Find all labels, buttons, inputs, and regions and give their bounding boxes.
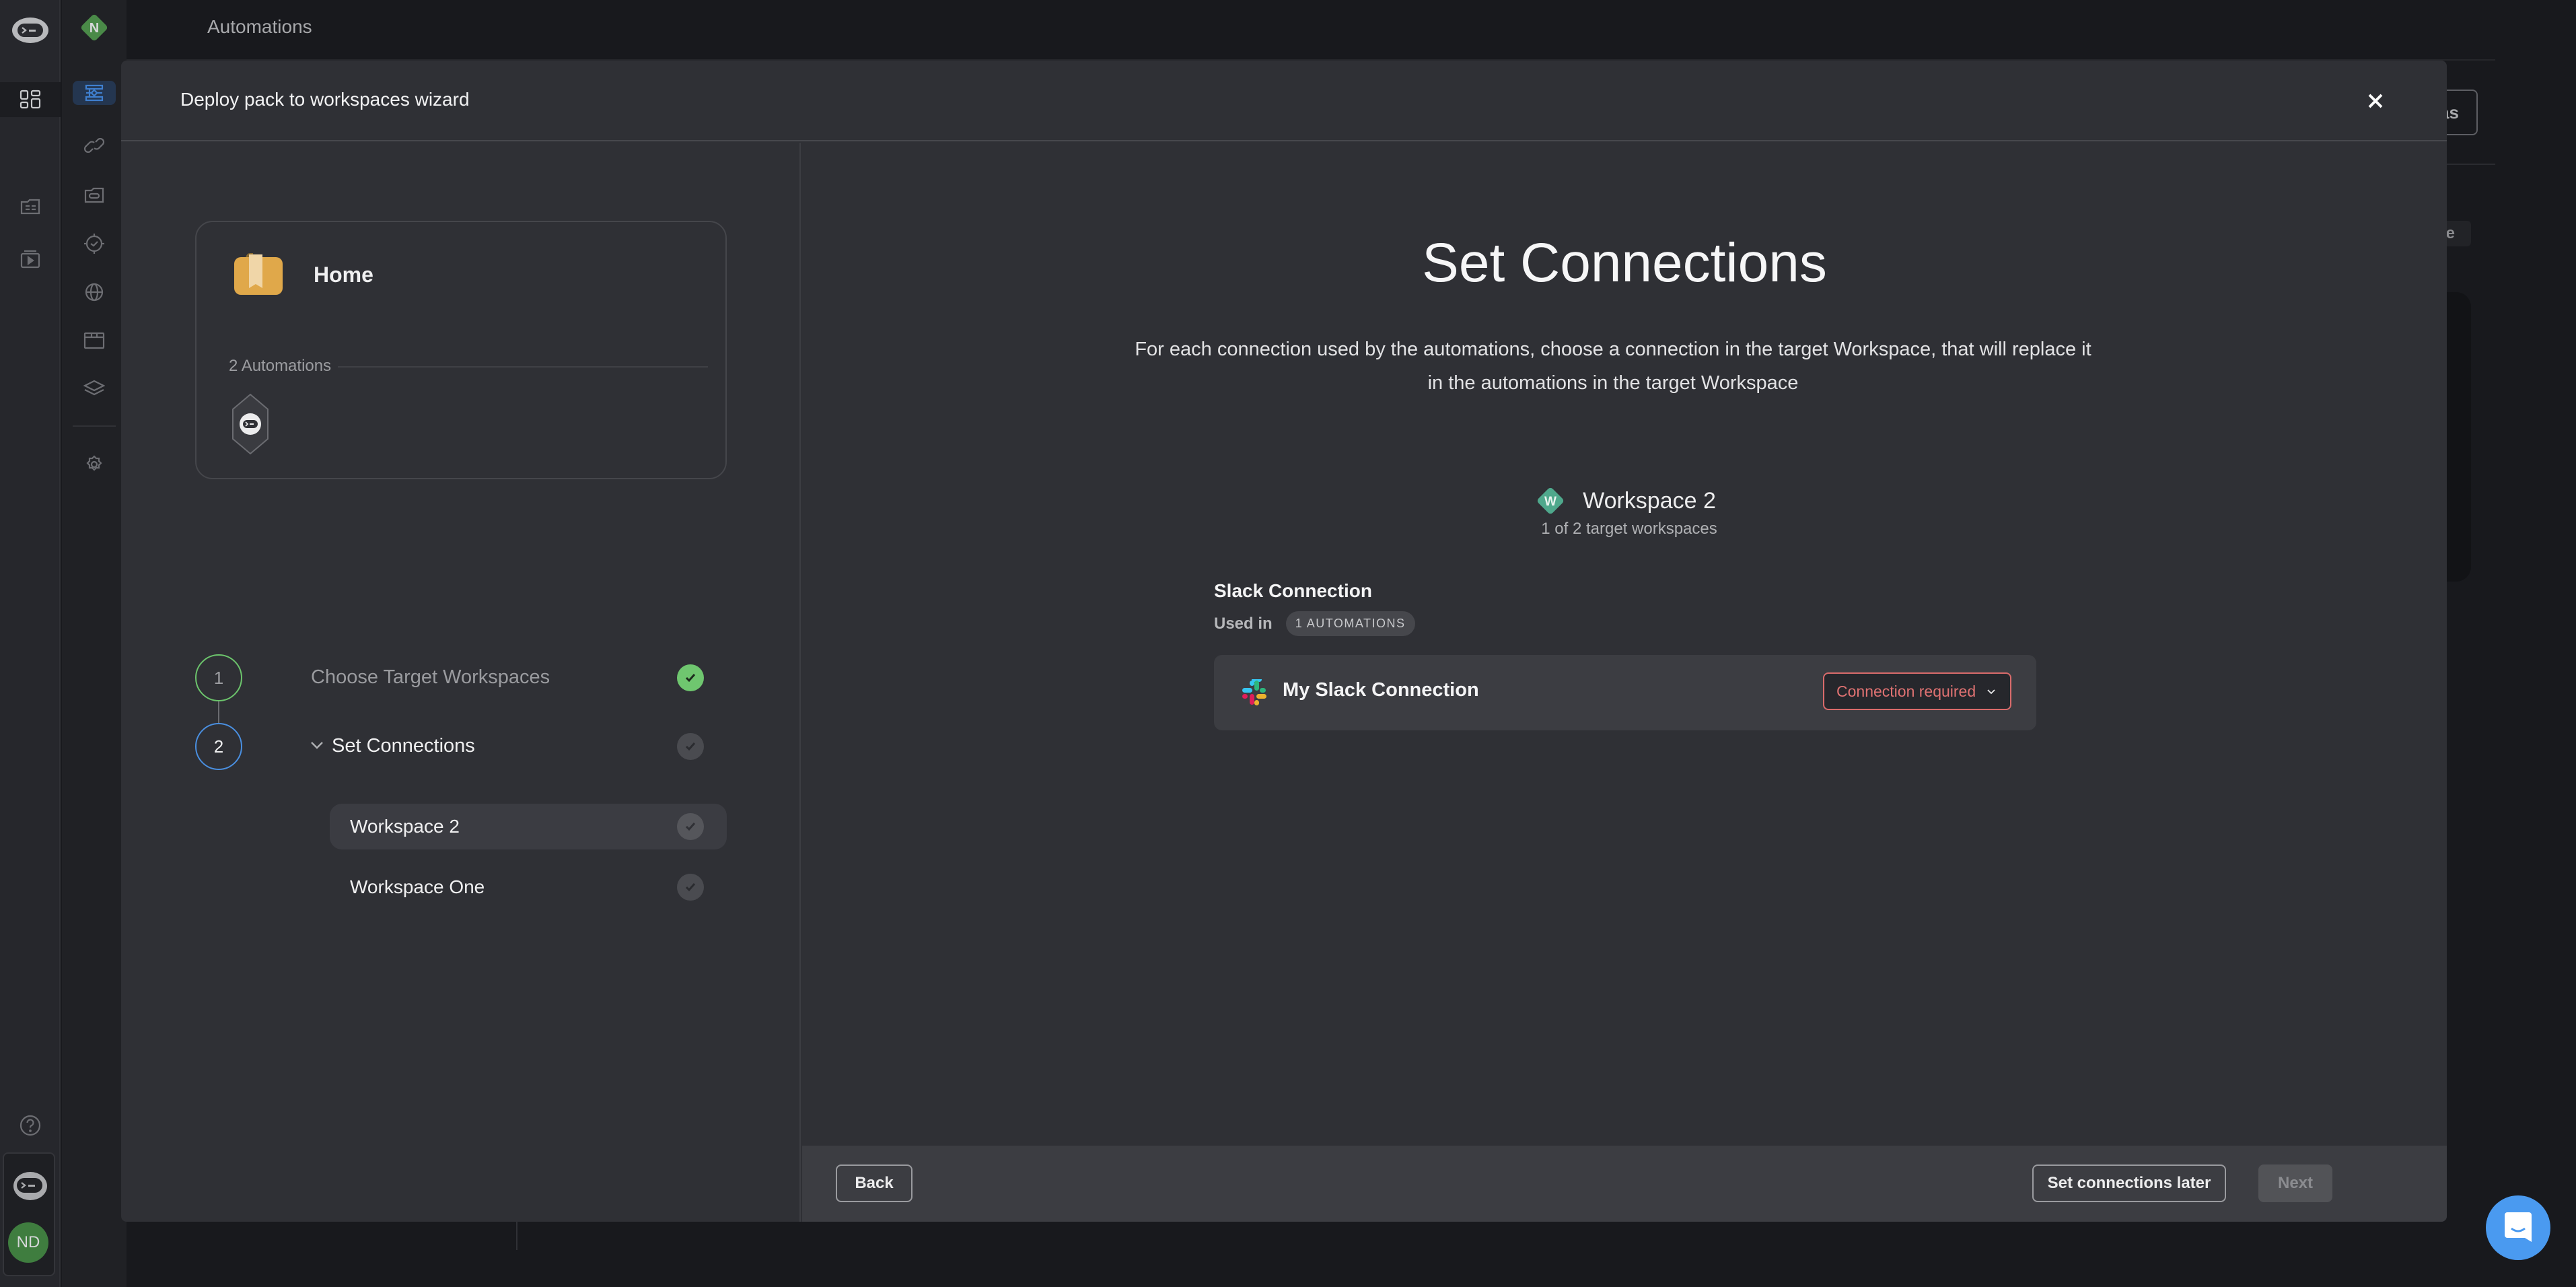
step-connector [218,701,219,723]
substep-workspace-2[interactable]: Workspace 2 [330,804,727,849]
target-workspace-progress: 1 of 2 target workspaces [802,520,2447,538]
folder-link-icon[interactable] [73,183,116,207]
layers-icon[interactable] [73,377,116,401]
background-divider [2447,164,2495,165]
chat-icon [2505,1212,2532,1242]
workspace-w-badge-icon: W [1537,487,1564,514]
connection-usage: Used in 1 AUTOMATIONS [1214,611,2036,636]
step-pending-check-icon [677,733,704,760]
source-connection-name: My Slack Connection [1283,679,1479,701]
user-avatar[interactable]: ND [8,1222,48,1263]
substep-workspace-one[interactable]: Workspace One [330,864,727,910]
settings-icon[interactable] [73,452,116,477]
connection-type-title: Slack Connection [1214,580,1372,601]
target-workspace-name: Workspace 2 [1583,487,1716,514]
window-icon[interactable] [73,328,116,353]
connection-row: My Slack Connection Connection required [1214,655,2036,730]
page-title: Automations [207,16,312,37]
step-number-2: 2 [195,723,242,770]
wizard-footer: Back Set connections later Next [802,1146,2447,1222]
used-in-label: Used in [1214,614,1273,633]
substep-label: Workspace One [350,876,485,897]
workspace-badge-icon[interactable]: N [77,11,111,44]
wizard-sidebar: Home 2 Automations 1 2 Choose Target Wor… [121,143,801,1222]
primary-sidebar: ND [0,0,61,1287]
folder-icon[interactable] [0,190,61,223]
substep-check-icon [677,874,704,901]
background-secondary-label: e [2445,224,2455,242]
chevron-down-icon[interactable] [310,738,324,753]
avatar-initials: ND [16,1233,40,1251]
automations-icon[interactable] [73,81,116,105]
grid-icon[interactable] [0,82,61,117]
content-title: Set Connections [1422,232,1827,293]
chevron-down-icon [1987,689,1995,695]
modal-title: Deploy pack to workspaces wizard [180,89,470,110]
modal-header: Deploy pack to workspaces wizard [121,61,2447,141]
workspace-progress-text: 1 of 2 target workspaces [1541,520,1717,538]
substep-label: Workspace 2 [350,816,460,837]
link-icon[interactable] [73,133,116,158]
sidebar-divider [73,425,116,427]
next-button[interactable]: Next [2258,1164,2332,1202]
step-complete-check-icon [677,664,704,691]
slack-icon [1242,679,1266,705]
step-set-connections[interactable]: Set Connections [332,735,475,757]
media-icon[interactable] [0,242,61,276]
assistant-logo-icon[interactable] [0,1171,61,1201]
select-value: Connection required [1836,682,1976,700]
deploy-wizard-modal: Deploy pack to workspaces wizard Home 2 … [121,61,2447,1222]
set-connections-later-button[interactable]: Set connections later [2032,1164,2226,1202]
close-icon[interactable] [2365,90,2386,112]
pack-card: Home 2 Automations [195,221,727,479]
substep-check-icon [677,813,704,840]
back-button[interactable]: Back [836,1164,913,1202]
pack-automation-count: 2 Automations [229,357,338,376]
wizard-content: Set Connections For each connection used… [802,143,2447,1146]
logo-icon[interactable] [0,12,61,48]
secondary-sidebar: N [62,0,127,1287]
chat-launcher-button[interactable] [2486,1195,2550,1260]
badge-check-icon[interactable] [73,232,116,256]
globe-icon[interactable] [73,280,116,304]
target-workspace-header: W Workspace 2 [802,483,2447,518]
content-description: For each connection used by the automati… [1135,339,2091,394]
workspace-badge-letter: W [1544,495,1557,509]
step-number-1: 1 [195,654,242,701]
target-connection-select[interactable]: Connection required [1823,672,2011,710]
pack-folder-icon [234,253,283,295]
help-icon[interactable] [0,1111,61,1140]
usage-count-badge: 1 AUTOMATIONS [1285,611,1415,636]
step-number-text: 2 [213,736,224,757]
automation-hex-icon[interactable] [231,393,269,455]
pack-name: Home [314,263,373,287]
connection-section: Slack Connection Used in 1 AUTOMATIONS M… [1214,580,2036,730]
workspace-badge-letter: N [90,21,99,36]
step-choose-target-workspaces[interactable]: Choose Target Workspaces [311,666,550,689]
background-vertical-divider [516,1222,517,1250]
step-number-text: 1 [213,667,224,688]
